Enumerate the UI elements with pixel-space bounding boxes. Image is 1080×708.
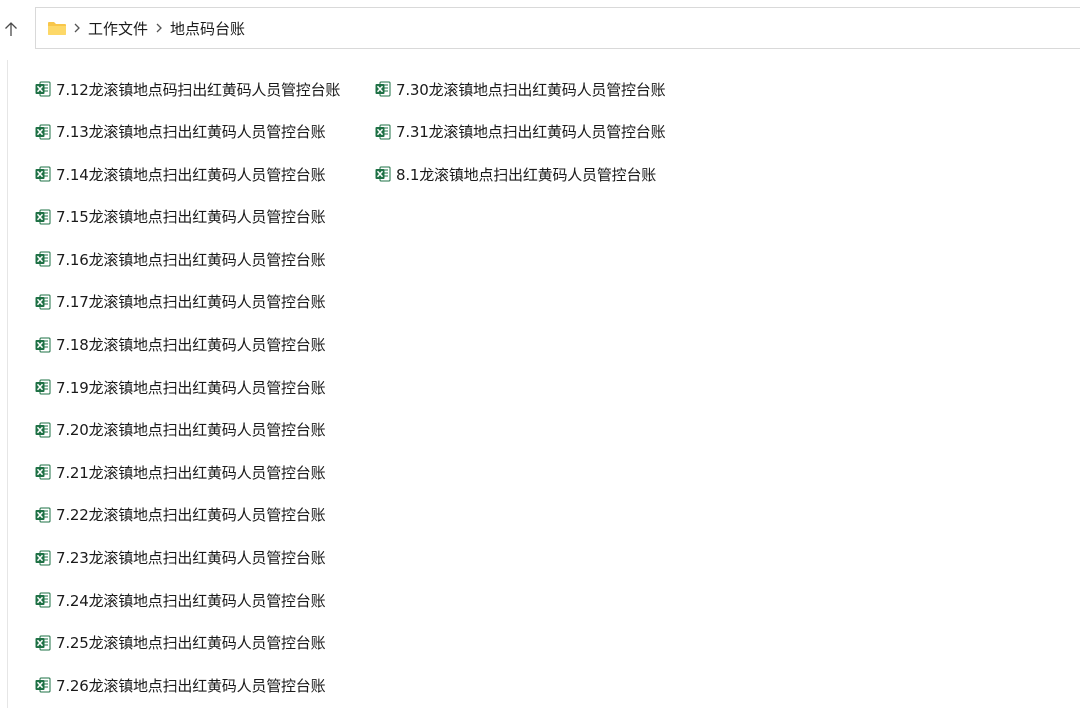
file-item[interactable]: 7.23龙滚镇地点扫出红黄码人员管控台账 (35, 546, 375, 570)
excel-file-icon (35, 294, 51, 310)
file-name: 7.30龙滚镇地点扫出红黄码人员管控台账 (396, 80, 666, 99)
file-item[interactable]: 8.1龙滚镇地点扫出红黄码人员管控台账 (375, 162, 715, 186)
excel-file-icon (35, 337, 51, 353)
file-list: 7.12龙滚镇地点码扫出红黄码人员管控台账 7.13龙滚镇地点扫出红黄码人员管控台… (35, 77, 1075, 708)
pane-divider (7, 60, 8, 708)
up-button[interactable] (0, 14, 22, 44)
folder-icon (47, 20, 67, 36)
file-item[interactable]: 7.16龙滚镇地点扫出红黄码人员管控台账 (35, 247, 375, 271)
file-name: 7.21龙滚镇地点扫出红黄码人员管控台账 (56, 463, 326, 482)
file-name: 7.17龙滚镇地点扫出红黄码人员管控台账 (56, 293, 326, 312)
file-name: 7.20龙滚镇地点扫出红黄码人员管控台账 (56, 421, 326, 440)
excel-file-icon (35, 81, 51, 97)
excel-file-icon (35, 592, 51, 608)
file-name: 7.24龙滚镇地点扫出红黄码人员管控台账 (56, 591, 326, 610)
chevron-right-icon[interactable] (149, 20, 169, 36)
excel-file-icon (35, 550, 51, 566)
excel-file-icon (35, 422, 51, 438)
excel-file-icon (35, 251, 51, 267)
file-item[interactable]: 7.13龙滚镇地点扫出红黄码人员管控台账 (35, 120, 375, 144)
file-item[interactable]: 7.19龙滚镇地点扫出红黄码人员管控台账 (35, 375, 375, 399)
file-name: 7.26龙滚镇地点扫出红黄码人员管控台账 (56, 676, 326, 695)
file-item[interactable]: 7.14龙滚镇地点扫出红黄码人员管控台账 (35, 162, 375, 186)
file-name: 8.1龙滚镇地点扫出红黄码人员管控台账 (396, 165, 657, 184)
file-item[interactable]: 7.24龙滚镇地点扫出红黄码人员管控台账 (35, 588, 375, 612)
file-item[interactable]: 7.12龙滚镇地点码扫出红黄码人员管控台账 (35, 77, 375, 101)
excel-file-icon (35, 166, 51, 182)
breadcrumb-item-location-ledger[interactable]: 地点码台账 (169, 18, 246, 39)
excel-file-icon (35, 464, 51, 480)
file-name: 7.19龙滚镇地点扫出红黄码人员管控台账 (56, 378, 326, 397)
file-item[interactable]: 7.18龙滚镇地点扫出红黄码人员管控台账 (35, 333, 375, 357)
file-name: 7.31龙滚镇地点扫出红黄码人员管控台账 (396, 123, 666, 142)
excel-file-icon (35, 677, 51, 693)
file-item[interactable]: 7.22龙滚镇地点扫出红黄码人员管控台账 (35, 503, 375, 527)
file-item[interactable]: 7.30龙滚镇地点扫出红黄码人员管控台账 (375, 77, 715, 101)
file-name: 7.25龙滚镇地点扫出红黄码人员管控台账 (56, 634, 326, 653)
excel-file-icon (375, 166, 391, 182)
arrow-up-icon (5, 22, 17, 36)
excel-file-icon (35, 507, 51, 523)
excel-file-icon (375, 124, 391, 140)
file-item[interactable]: 7.21龙滚镇地点扫出红黄码人员管控台账 (35, 460, 375, 484)
excel-file-icon (35, 635, 51, 651)
excel-file-icon (375, 81, 391, 97)
excel-file-icon (35, 379, 51, 395)
file-item[interactable]: 7.20龙滚镇地点扫出红黄码人员管控台账 (35, 418, 375, 442)
excel-file-icon (35, 209, 51, 225)
file-name: 7.16龙滚镇地点扫出红黄码人员管控台账 (56, 250, 326, 269)
file-name: 7.22龙滚镇地点扫出红黄码人员管控台账 (56, 506, 326, 525)
breadcrumb-item-work-files[interactable]: 工作文件 (87, 18, 149, 39)
file-name: 7.15龙滚镇地点扫出红黄码人员管控台账 (56, 208, 326, 227)
excel-file-icon (35, 124, 51, 140)
file-item[interactable]: 7.25龙滚镇地点扫出红黄码人员管控台账 (35, 631, 375, 655)
address-bar[interactable]: 工作文件 地点码台账 (35, 7, 1080, 49)
file-item[interactable]: 7.31龙滚镇地点扫出红黄码人员管控台账 (375, 120, 715, 144)
chevron-right-icon[interactable] (67, 20, 87, 36)
file-item[interactable]: 7.17龙滚镇地点扫出红黄码人员管控台账 (35, 290, 375, 314)
file-item[interactable]: 7.26龙滚镇地点扫出红黄码人员管控台账 (35, 673, 375, 697)
file-name: 7.13龙滚镇地点扫出红黄码人员管控台账 (56, 123, 326, 142)
file-item[interactable]: 7.15龙滚镇地点扫出红黄码人员管控台账 (35, 205, 375, 229)
file-name: 7.12龙滚镇地点码扫出红黄码人员管控台账 (56, 80, 341, 99)
file-name: 7.18龙滚镇地点扫出红黄码人员管控台账 (56, 336, 326, 355)
file-name: 7.23龙滚镇地点扫出红黄码人员管控台账 (56, 549, 326, 568)
navigation-bar: 工作文件 地点码台账 (0, 0, 1080, 58)
file-name: 7.14龙滚镇地点扫出红黄码人员管控台账 (56, 165, 326, 184)
